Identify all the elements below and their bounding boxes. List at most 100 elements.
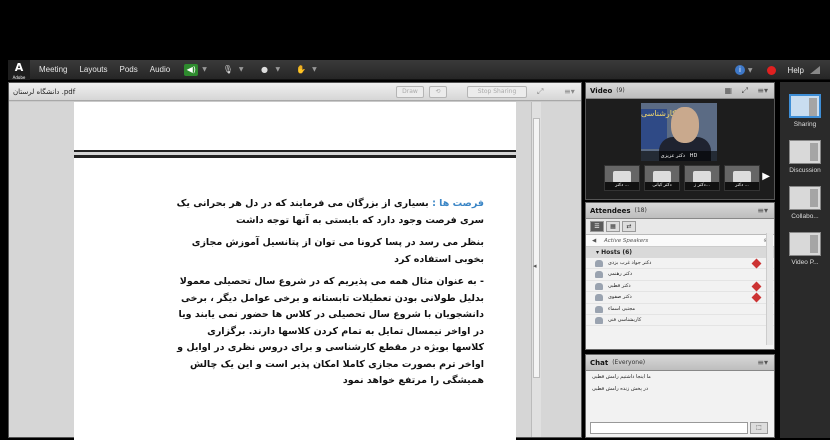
stop-sharing-button[interactable]: Stop Sharing <box>467 86 527 98</box>
video-thumbnail[interactable]: دکتر کیانی <box>644 165 680 191</box>
video-pod: Video (9) ▦ ⤢ ≡▾ کارشناسی دکتر عزیزی HD … <box>585 82 775 200</box>
attendees-title: Attendees <box>590 206 631 215</box>
presenter-face <box>671 107 699 143</box>
chevron-down-icon[interactable]: ▼ <box>748 67 753 74</box>
next-arrow-icon[interactable]: ▶ <box>762 171 770 182</box>
attendees-count: (18) <box>634 207 647 214</box>
menu-layouts[interactable]: Layouts <box>79 65 107 74</box>
scrollbar-thumb[interactable] <box>533 118 540 378</box>
microphone-icon: 🎙 <box>222 65 233 74</box>
user-icon <box>595 260 603 267</box>
chat-pod: Chat (Everyone) ≡▾ ما اینجا داشتیم رامش … <box>585 354 775 438</box>
chat-message: در پخش زنده رامش قطبی <box>592 386 649 392</box>
chevron-down-icon[interactable]: ▼ <box>312 66 317 73</box>
status-info-icon[interactable]: i <box>734 65 745 75</box>
menu-pods[interactable]: Pods <box>120 65 138 74</box>
video-thumbnails: دکتر ... دکتر کیانی دکتر ز... دکتر ... <box>604 165 764 191</box>
layout-thumbnail <box>789 232 821 256</box>
chevron-down-icon[interactable]: ▼ <box>202 66 207 73</box>
slide-paragraph-3: - به عنوان مثال همه می پذیریم که در شروع… <box>177 276 484 386</box>
chevron-down-icon[interactable]: ▼ <box>239 66 244 73</box>
chat-input[interactable] <box>590 422 748 434</box>
pod-menu-icon[interactable]: ≡▾ <box>757 206 768 215</box>
draw-button[interactable]: Draw <box>396 86 424 98</box>
webcam-button[interactable]: ● ▼ <box>257 63 280 77</box>
active-speakers-row: ◀ Active Speakers ⊗ <box>586 235 774 247</box>
video-thumbnail[interactable]: دکتر ز... <box>684 165 720 191</box>
list-item[interactable]: دکتر صفوی <box>586 292 774 304</box>
pod-menu-icon[interactable]: ≡▾ <box>564 86 575 98</box>
collapse-handle-icon[interactable]: ◂ <box>533 262 539 276</box>
menu-audio[interactable]: Audio <box>150 65 170 74</box>
slide-paragraph-1: فرصت ها : بسیاری از بزرگان می فرمایند که… <box>176 198 484 226</box>
list-item[interactable]: کاربشناسی فنی <box>586 315 774 327</box>
list-item[interactable]: دکتر رهنمی <box>586 269 774 281</box>
adobe-logo: A Adobe <box>8 59 30 80</box>
layout-sharing[interactable]: Sharing <box>780 94 830 128</box>
layout-thumbnail <box>789 186 821 210</box>
adobe-connect-window: A Adobe Meeting Layouts Pods Audio ◀) ▼ 🎙… <box>0 0 830 440</box>
share-pod: دانشگاه لرستان .pdf Draw ⟲ Stop Sharing … <box>8 82 582 440</box>
slide-paragraph-2: بنظر می رسد در پسا کرونا می توان از پتان… <box>191 237 484 265</box>
video-count: (9) <box>616 87 625 94</box>
attendees-pod-header: Attendees (18) ≡▾ <box>586 203 774 219</box>
user-icon <box>595 294 603 302</box>
user-icon <box>595 282 603 290</box>
raise-hand-icon: ✋ <box>296 65 307 74</box>
sync-button[interactable]: ⟲ <box>429 86 447 98</box>
user-icon <box>595 305 603 313</box>
help-menu[interactable]: Help <box>788 66 804 75</box>
hosts-list: دکتر جواد غرب بزدی دکتر رهنمی دکتر قطبی … <box>586 258 774 327</box>
pencil-icon <box>751 292 762 303</box>
list-item[interactable]: دکتر قطبی <box>586 281 774 293</box>
pod-menu-icon[interactable]: ≡▾ <box>757 358 768 367</box>
chat-send-button[interactable]: ⬚ <box>750 422 768 434</box>
shared-document-area: فرصت ها : بسیاری از بزرگان می فرمایند که… <box>9 102 581 440</box>
microphone-button[interactable]: 🎙 ▼ <box>221 63 244 77</box>
attendees-toolbar: ☰ ▦ ⇄ <box>586 219 774 235</box>
layout-collaboration[interactable]: Collabo... <box>780 186 830 220</box>
fullscreen-icon[interactable]: ⤢ <box>537 86 543 98</box>
grid-view-icon[interactable]: ▦ <box>724 86 732 95</box>
fullscreen-icon[interactable]: ⤢ <box>742 86 748 96</box>
chat-scope: (Everyone) <box>612 359 646 366</box>
layouts-bar: Sharing Discussion Collabo... Video P... <box>780 82 830 438</box>
signal-icon <box>810 66 820 74</box>
chat-pod-header: Chat (Everyone) ≡▾ <box>586 355 774 371</box>
share-pod-title: دانشگاه لرستان .pdf <box>13 87 76 96</box>
list-item[interactable]: مجتبی اسماء <box>586 304 774 315</box>
attendees-pod: Attendees (18) ≡▾ ☰ ▦ ⇄ ◀ Active Speaker… <box>585 202 775 350</box>
slide-text: فرصت ها : بسیاری از بزرگان می فرمایند که… <box>174 196 484 396</box>
chat-title: Chat <box>590 358 609 367</box>
video-pod-title: Video <box>590 86 613 95</box>
chat-message: ما اینجا داشتیم رامش قطبی <box>592 374 651 380</box>
breakout-button[interactable]: ⇄ <box>622 221 636 232</box>
speaker-button[interactable]: ◀) ▼ <box>184 63 207 77</box>
record-icon[interactable] <box>766 65 776 75</box>
slide-heading: فرصت ها : <box>432 198 484 209</box>
layout-thumbnail <box>789 140 821 164</box>
video-thumbnail[interactable]: دکتر ... <box>604 165 640 191</box>
user-icon <box>595 316 603 324</box>
menu-meeting[interactable]: Meeting <box>39 65 67 74</box>
share-pod-header: دانشگاه لرستان .pdf Draw ⟲ Stop Sharing … <box>9 83 581 101</box>
hosts-group-header[interactable]: ▾ Hosts (6) <box>586 247 774 258</box>
previous-page <box>74 102 516 152</box>
grid-view-button[interactable]: ▦ <box>606 221 620 232</box>
chevron-down-icon[interactable]: ▼ <box>275 66 280 73</box>
attendees-scrollbar[interactable] <box>766 233 773 345</box>
raise-hand-button[interactable]: ✋ ▼ <box>294 63 317 77</box>
user-icon <box>595 271 603 279</box>
menu-bar: A Adobe Meeting Layouts Pods Audio ◀) ▼ 🎙… <box>8 59 830 80</box>
main-video-feed[interactable]: کارشناسی دکتر عزیزی HD <box>641 103 717 161</box>
list-view-button[interactable]: ☰ <box>590 221 604 232</box>
video-pod-header: Video (9) ▦ ⤢ ≡▾ <box>586 83 774 99</box>
layout-video-presentation[interactable]: Video P... <box>780 232 830 266</box>
list-item[interactable]: دکتر جواد غرب بزدی <box>586 258 774 270</box>
pod-menu-icon[interactable]: ≡▾ <box>757 86 768 95</box>
layout-discussion[interactable]: Discussion <box>780 140 830 174</box>
menu-right-tools: i ▼ Help <box>734 60 820 80</box>
speaker-icon: ◀) <box>184 63 199 76</box>
pencil-icon <box>751 258 762 269</box>
video-thumbnail[interactable]: دکتر ... <box>724 165 760 191</box>
